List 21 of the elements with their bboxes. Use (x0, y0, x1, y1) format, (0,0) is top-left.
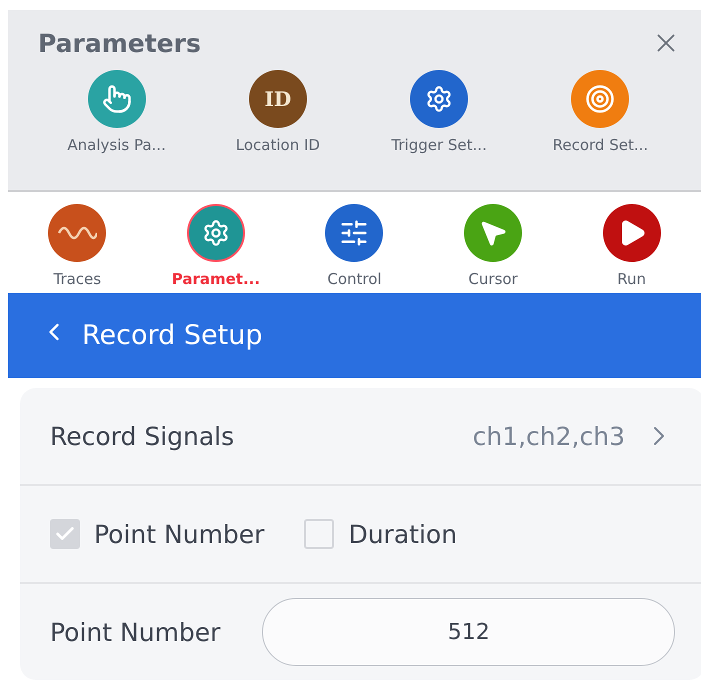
shortcut-label[interactable]: Trigger Set... (391, 136, 487, 154)
row-label: Point Number (50, 618, 220, 646)
panel-title: Parameters (38, 28, 201, 58)
shortcut-label[interactable]: Location ID (236, 136, 320, 154)
checkbox-label[interactable]: Point Number (94, 520, 264, 548)
checkbox[interactable] (50, 519, 80, 549)
signals-value: ch1,ch2,ch3 (472, 422, 625, 450)
checkbox[interactable] (304, 519, 334, 549)
tab[interactable]: Control (285, 204, 424, 293)
tab[interactable]: Paramet... (146, 204, 286, 293)
id-badge-icon[interactable]: ID (248, 70, 307, 128)
tab[interactable]: Cursor (424, 204, 562, 293)
shortcut-label[interactable]: Analysis Pa... (67, 136, 166, 154)
tab[interactable]: Traces (8, 204, 147, 293)
tab[interactable]: Run (562, 204, 701, 293)
checkbox-label[interactable]: Duration (348, 520, 458, 548)
point-number-field[interactable]: 512 (262, 598, 675, 666)
header-title: Record Setup (82, 320, 262, 351)
shortcut-label[interactable]: Record Set... (552, 136, 648, 154)
row-label: Record Signals (50, 422, 234, 450)
id-glyph: ID (264, 87, 292, 111)
